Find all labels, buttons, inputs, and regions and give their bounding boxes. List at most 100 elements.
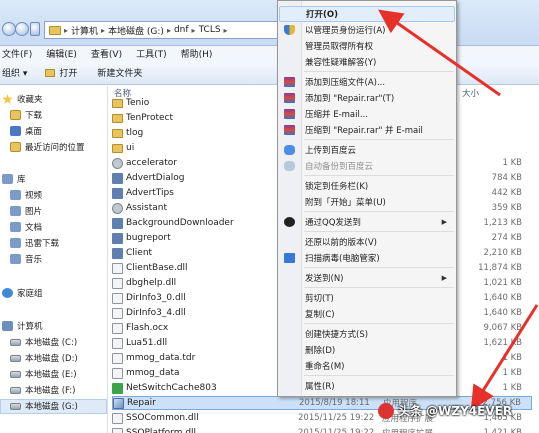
repair-file-icon <box>113 397 124 409</box>
nav-drive-c[interactable]: 本地磁盘 (C:) <box>10 336 77 348</box>
library-icon <box>2 174 13 184</box>
menu-help[interactable]: 帮助(H) <box>181 47 213 60</box>
nav-drive-g[interactable]: 本地磁盘 (G:) <box>10 400 78 412</box>
file-size: 1,640 KB <box>483 308 522 318</box>
address-path[interactable]: ▸ 计算机 ▸ 本地磁盘 (G:) ▸ dnf ▸ TCLS ▸ <box>44 21 290 39</box>
drive-icon <box>10 354 21 362</box>
app-file-icon <box>112 232 123 244</box>
context-menu-item[interactable]: 删除(D) <box>279 342 455 358</box>
menu-file[interactable]: 文件(F) <box>2 47 32 60</box>
recent-pages-dropdown-icon[interactable] <box>30 22 40 36</box>
cloudd-icon <box>284 161 295 171</box>
breadcrumb-tcls[interactable]: TCLS <box>199 25 221 35</box>
menu-edit[interactable]: 编辑(E) <box>46 47 77 60</box>
app-file-icon <box>112 217 123 229</box>
menu-separator <box>304 375 454 376</box>
file-row[interactable]: SSOPlatform.dll 2015/11/25 19:22 应用程序扩展 1,4… <box>112 426 532 433</box>
file-size: 11,874 KB <box>478 263 522 273</box>
context-menu-item[interactable]: 添加到 "Repair.rar"(T) <box>279 90 455 106</box>
dll-file-icon <box>112 277 123 289</box>
context-menu-item-label: 剪切(T) <box>305 294 334 304</box>
menu-separator <box>304 71 454 72</box>
menu-separator <box>304 175 454 176</box>
context-menu-item-label: 压缩到 "Repair.rar" 并 E-mail <box>305 126 423 136</box>
nav-drive-e[interactable]: 本地磁盘 (E:) <box>10 368 77 380</box>
context-menu-item[interactable]: 附到「开始」菜单(U) <box>279 194 455 210</box>
nav-favorites[interactable]: 收藏夹 <box>2 93 43 105</box>
dll-file-icon <box>112 367 123 379</box>
dll-file-icon <box>112 352 123 364</box>
pictures-library-icon <box>10 206 21 216</box>
menu-view[interactable]: 查看(V) <box>91 47 122 60</box>
nav-pictures[interactable]: 图片 <box>10 205 42 217</box>
context-menu-item[interactable]: 属性(R) <box>279 378 455 394</box>
context-menu-item[interactable]: 通过QQ发送到 ▶ <box>279 214 455 230</box>
nav-documents[interactable]: 文档 <box>10 221 42 233</box>
green-file-icon <box>112 382 123 394</box>
context-menu-item[interactable]: 创建快捷方式(S) <box>279 326 455 342</box>
computer-icon <box>2 321 13 331</box>
dll-file-icon <box>112 262 123 274</box>
context-menu-item[interactable]: 上传到百度云 <box>279 142 455 158</box>
nav-videos[interactable]: 视频 <box>10 189 42 201</box>
context-menu-item-label: 添加到 "Repair.rar"(T) <box>305 94 395 104</box>
context-menu-item[interactable]: 还原以前的版本(V) <box>279 234 455 250</box>
rar-icon <box>284 109 295 119</box>
nav-downloads[interactable]: 下载 <box>10 109 42 121</box>
context-menu-item[interactable]: 复制(C) <box>279 306 455 322</box>
rar-icon <box>284 125 295 135</box>
context-menu-item[interactable]: 添加到压缩文件(A)... <box>279 74 455 90</box>
file-date: 2015/11/25 19:22 <box>298 428 375 433</box>
star-icon <box>2 94 13 104</box>
breadcrumb-drive-g[interactable]: 本地磁盘 (G:) <box>108 24 164 37</box>
nav-computer[interactable]: 计算机 <box>2 320 43 332</box>
context-menu-item[interactable]: 发送到(N) ▶ <box>279 270 455 286</box>
open-button[interactable]: 打开 <box>45 66 77 79</box>
drive-icon <box>10 386 21 394</box>
nav-desktop[interactable]: 桌面 <box>10 125 42 137</box>
breadcrumb-dnf[interactable]: dnf <box>174 25 189 35</box>
new-folder-button[interactable]: 新建文件夹 <box>97 66 142 79</box>
shield-icon <box>284 25 295 35</box>
forward-button-icon[interactable] <box>15 22 29 36</box>
context-menu-item[interactable]: 打开(O) <box>279 6 455 22</box>
file-name: SSOCommon.dll <box>126 413 199 423</box>
dll-file-icon <box>112 322 123 334</box>
context-menu-item[interactable]: 兼容性疑难解答(Y) <box>279 54 455 70</box>
context-menu-item[interactable]: 压缩并 E-mail... <box>279 106 455 122</box>
context-menu-item[interactable]: 锁定到任务栏(K) <box>279 178 455 194</box>
nav-recent[interactable]: 最近访问的位置 <box>10 141 85 153</box>
file-size: 1 KB <box>502 383 522 393</box>
breadcrumb-computer[interactable]: 计算机 <box>71 24 98 37</box>
nav-drive-d[interactable]: 本地磁盘 (D:) <box>10 352 78 364</box>
cloud-icon <box>284 145 295 155</box>
file-size: 1 KB <box>502 353 522 363</box>
nav-music[interactable]: 音乐 <box>10 253 42 265</box>
file-name: Repair <box>127 398 156 408</box>
menu-tools[interactable]: 工具(T) <box>136 47 167 60</box>
back-button-icon[interactable] <box>2 22 16 36</box>
context-menu-item-label: 重命名(M) <box>305 362 345 372</box>
context-menu-item[interactable]: 剪切(T) <box>279 290 455 306</box>
context-menu-item[interactable]: 压缩到 "Repair.rar" 并 E-mail <box>279 122 455 138</box>
context-menu-item[interactable]: 扫描病毒(电脑管家) <box>279 250 455 266</box>
context-menu-item-label: 锁定到任务栏(K) <box>305 182 369 192</box>
context-menu-item[interactable]: 重命名(M) <box>279 358 455 374</box>
drive-icon <box>10 338 21 346</box>
nav-drive-f[interactable]: 本地磁盘 (F:) <box>10 384 75 396</box>
dll-file-icon <box>112 307 123 319</box>
context-menu-item[interactable]: 管理员取得所有权 <box>279 38 455 54</box>
context-menu-item[interactable]: 以管理员身份运行(A) <box>279 22 455 38</box>
nav-libraries[interactable]: 库 <box>2 173 26 185</box>
file-size: 784 KB <box>491 173 522 183</box>
rar-icon <box>284 93 295 103</box>
file-size: 1,621 KB <box>483 338 522 348</box>
menu-bar: 文件(F) 编辑(E) 查看(V) 工具(T) 帮助(H) <box>0 46 539 61</box>
organize-button[interactable]: 组织 ▾ <box>2 66 27 79</box>
recent-places-icon <box>10 142 21 152</box>
open-label: 打开 <box>59 69 78 79</box>
folder-icon <box>49 25 61 35</box>
watermark: 头条 @WZY4EVER <box>378 402 512 419</box>
nav-xunlei-downloads[interactable]: 迅雷下载 <box>10 237 59 249</box>
nav-homegroup[interactable]: 家庭组 <box>2 287 43 299</box>
